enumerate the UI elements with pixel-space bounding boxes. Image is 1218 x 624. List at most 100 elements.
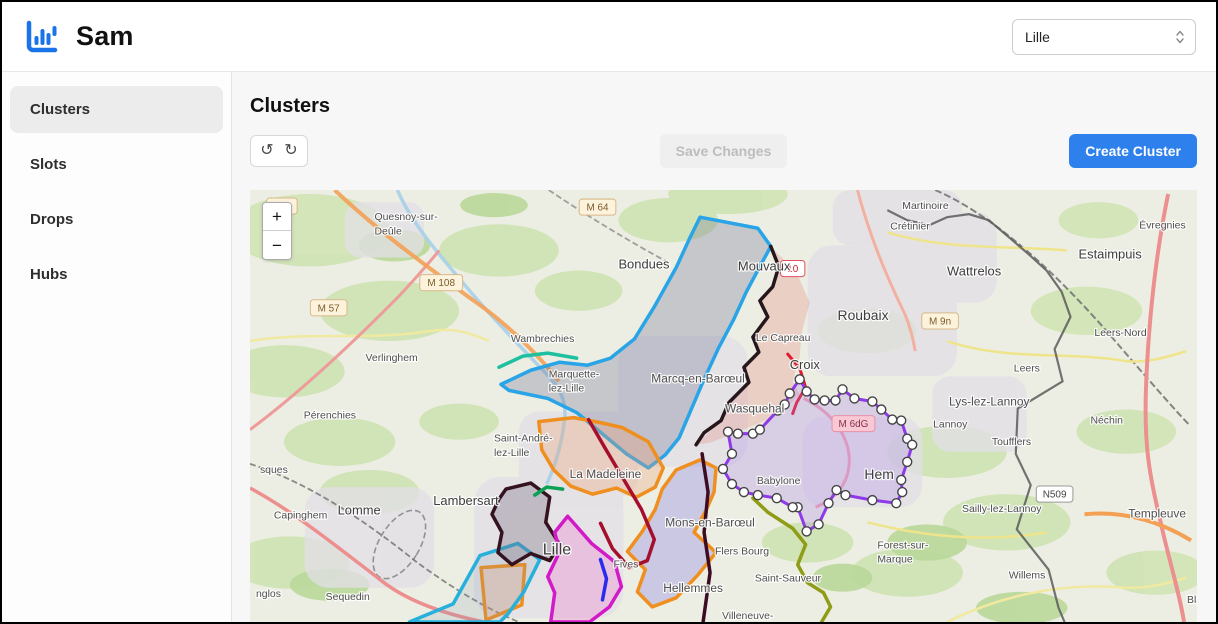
map-place-label: Lambersart bbox=[433, 493, 499, 508]
app-header: Sam Lille bbox=[2, 2, 1216, 72]
map-place-label: Leers bbox=[1014, 362, 1040, 374]
vertex-handle[interactable] bbox=[795, 375, 804, 384]
map-place-label: Capinghem bbox=[274, 509, 328, 521]
map-zoom-out-button[interactable]: − bbox=[263, 231, 291, 259]
map-place-label: Hellemmes bbox=[663, 581, 723, 595]
vertex-handle[interactable] bbox=[753, 491, 762, 500]
vertex-handle[interactable] bbox=[820, 396, 829, 405]
redo-button[interactable]: ↻ bbox=[281, 138, 301, 164]
vertex-handle[interactable] bbox=[897, 416, 906, 425]
page-title: Clusters bbox=[250, 95, 1197, 118]
map-place-label: Forest-sur- bbox=[877, 539, 929, 551]
vertex-handle[interactable] bbox=[868, 496, 877, 505]
create-cluster-button[interactable]: Create Cluster bbox=[1069, 134, 1197, 168]
vertex-handle[interactable] bbox=[739, 488, 748, 497]
map-place-label: Verlinghem bbox=[366, 352, 418, 364]
map-place-label: Estaimpuis bbox=[1079, 246, 1143, 261]
map-place-label: Pérenchies bbox=[304, 410, 356, 422]
vertex-handle[interactable] bbox=[838, 385, 847, 394]
vertex-handle[interactable] bbox=[724, 427, 733, 436]
map-place-label: nglos bbox=[256, 588, 281, 600]
map-place-label: Croix bbox=[790, 357, 821, 372]
app-window: Sam Lille Clusters Slots Drops Hubs Clus… bbox=[0, 0, 1218, 624]
map-place-label: Saint-André- bbox=[494, 433, 553, 445]
vertex-handle[interactable] bbox=[727, 480, 736, 489]
map-place-label: lez-Lille bbox=[549, 382, 585, 394]
save-changes-button[interactable]: Save Changes bbox=[660, 134, 788, 168]
vertex-handle[interactable] bbox=[733, 429, 742, 438]
undo-button[interactable]: ↺ bbox=[257, 138, 277, 164]
map-place-label: Lys-lez-Lannoy bbox=[949, 394, 1029, 408]
sidebar-item-drops[interactable]: Drops bbox=[10, 196, 223, 243]
road-badge: M 57 bbox=[310, 300, 347, 316]
map-place-label: Willems bbox=[1009, 570, 1046, 582]
map-place-label: Saint-Sauveur bbox=[755, 573, 822, 585]
sidebar: Clusters Slots Drops Hubs bbox=[2, 72, 232, 622]
map-place-label: La Madeleine bbox=[570, 467, 642, 481]
road-badge-label: M 108 bbox=[427, 278, 455, 289]
app-body: Clusters Slots Drops Hubs Clusters ↺ ↻ S… bbox=[2, 72, 1216, 622]
map-place-label: Lille bbox=[543, 540, 571, 558]
select-updown-icon bbox=[1175, 29, 1185, 45]
vertex-handle[interactable] bbox=[824, 499, 833, 508]
vertex-handle[interactable] bbox=[788, 503, 797, 512]
vertex-handle[interactable] bbox=[908, 440, 917, 449]
map-place-label: Lomme bbox=[338, 502, 381, 517]
map-canvas[interactable]: 949M 108M 57M 64M 9nM 6dGN50910 Quesnoy-… bbox=[250, 190, 1197, 622]
map-place-label: sques bbox=[260, 464, 288, 476]
road-badge-label: M 6dG bbox=[839, 419, 869, 430]
map-place-label: Mons-en-Barœul bbox=[665, 515, 755, 529]
city-selector-value: Lille bbox=[1025, 29, 1050, 45]
map-place-label: Deûle bbox=[374, 225, 401, 237]
map-place-label: Wattrelos bbox=[947, 264, 1002, 279]
road-badge: M 6dG bbox=[832, 416, 875, 432]
sidebar-item-hubs[interactable]: Hubs bbox=[10, 251, 223, 298]
vertex-handle[interactable] bbox=[877, 405, 886, 414]
vertex-handle[interactable] bbox=[832, 486, 841, 495]
road-badge: M 108 bbox=[420, 275, 463, 291]
map-place-label: Leers-Nord bbox=[1094, 327, 1146, 339]
vertex-handle[interactable] bbox=[898, 488, 907, 497]
map-place-label: Marcq-en-Barœul bbox=[651, 371, 745, 385]
vertex-handle[interactable] bbox=[772, 494, 781, 503]
map-place-label: Quesnoy-sur- bbox=[374, 211, 438, 223]
vertex-handle[interactable] bbox=[841, 491, 850, 500]
toolbar: ↺ ↻ Save Changes Create Cluster bbox=[250, 134, 1197, 168]
vertex-handle[interactable] bbox=[719, 464, 728, 473]
vertex-handle[interactable] bbox=[903, 457, 912, 466]
map-zoom-in-button[interactable]: + bbox=[263, 203, 291, 231]
vertex-handle[interactable] bbox=[802, 387, 811, 396]
sidebar-item-slots[interactable]: Slots bbox=[10, 141, 223, 188]
map-place-label: Lannoy bbox=[933, 419, 968, 431]
vertex-handle[interactable] bbox=[785, 389, 794, 398]
vertex-handle[interactable] bbox=[755, 425, 764, 434]
map-place-label: Flers Bourg bbox=[715, 545, 769, 557]
road-badge-label: M 64 bbox=[586, 203, 609, 214]
main-content: Clusters ↺ ↻ Save Changes Create Cluster bbox=[232, 72, 1216, 622]
map-place-label: Toufflers bbox=[992, 436, 1031, 448]
city-selector[interactable]: Lille bbox=[1012, 19, 1196, 55]
map-place-label: Marquette- bbox=[549, 368, 600, 380]
vertex-handle[interactable] bbox=[868, 397, 877, 406]
vertex-handle[interactable] bbox=[810, 395, 819, 404]
undo-redo-group: ↺ ↻ bbox=[250, 135, 308, 167]
map-svg: 949M 108M 57M 64M 9nM 6dGN50910 Quesnoy-… bbox=[250, 190, 1197, 622]
map-place-label: Fives bbox=[613, 559, 638, 571]
bar-chart-logo-icon bbox=[22, 18, 60, 56]
vertex-handle[interactable] bbox=[814, 520, 823, 529]
vertex-handle[interactable] bbox=[727, 449, 736, 458]
vertex-handle[interactable] bbox=[831, 396, 840, 405]
vertex-handle[interactable] bbox=[897, 475, 906, 484]
road-badge-label: N509 bbox=[1043, 490, 1067, 501]
sidebar-item-clusters[interactable]: Clusters bbox=[10, 86, 223, 133]
map-place-label: Wasquehal bbox=[725, 401, 784, 415]
vertex-handle[interactable] bbox=[850, 394, 859, 403]
vertex-handle[interactable] bbox=[892, 499, 901, 508]
vertex-handle[interactable] bbox=[802, 527, 811, 536]
map-place-label: Mouvaux bbox=[738, 258, 791, 273]
map-place-label: Martinoire bbox=[902, 200, 949, 212]
map-place-label: Hem bbox=[864, 466, 893, 482]
vertex-handle[interactable] bbox=[888, 415, 897, 424]
map-place-label: Sailly-lez-Lannoy bbox=[962, 503, 1042, 515]
map-place-label: Néchin bbox=[1090, 415, 1123, 427]
